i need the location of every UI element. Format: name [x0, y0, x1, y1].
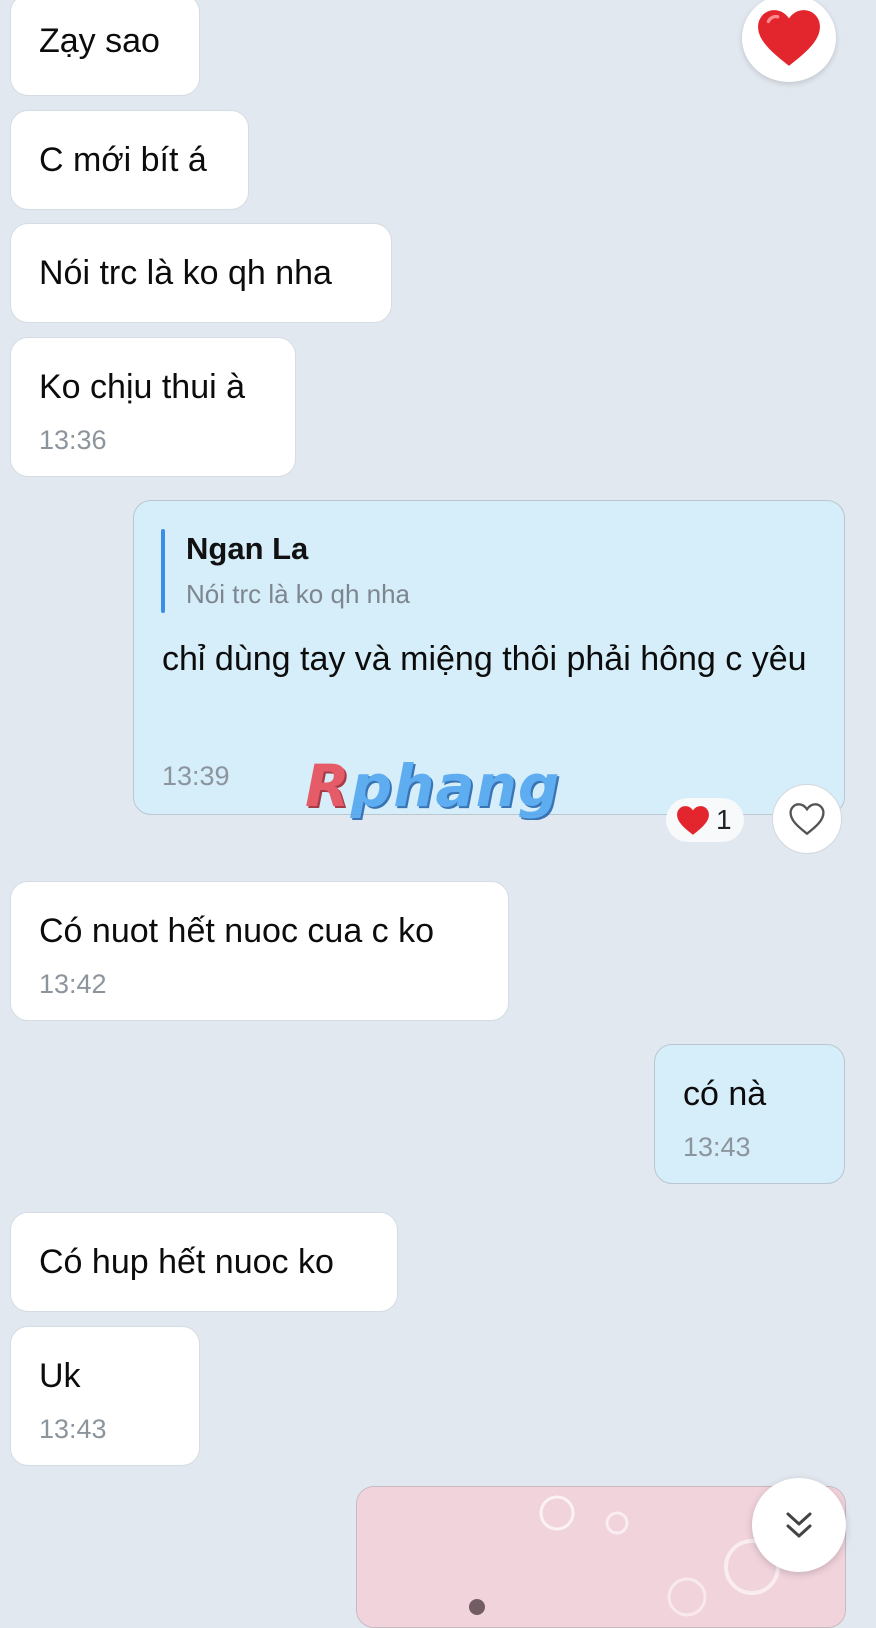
incoming-message-bubble[interactable]: Có nuot hết nuoc cua c ko 13:42 — [10, 881, 509, 1021]
incoming-message-bubble[interactable]: C mới bít á — [10, 110, 249, 210]
message-text: Có nuot hết nuoc cua c ko — [39, 912, 435, 950]
message-text: Zạy sao — [39, 22, 160, 60]
message-text: Uk — [39, 1357, 81, 1395]
heart-outline-icon — [789, 803, 825, 836]
heart-reaction-button[interactable] — [742, 0, 836, 82]
message-timestamp: 13:39 — [162, 761, 230, 791]
incoming-message-bubble[interactable]: Nói trc là ko qh nha — [10, 223, 392, 323]
message-text: có nà — [683, 1075, 767, 1113]
double-chevron-down-icon — [786, 1512, 812, 1538]
watermark-logo: Rphang — [305, 752, 561, 820]
message-text: Nói trc là ko qh nha — [39, 254, 332, 292]
message-text: Có hup hết nuoc ko — [39, 1243, 334, 1281]
incoming-message-bubble[interactable]: Zạy sao — [10, 0, 200, 96]
reaction-count: 1 — [716, 804, 732, 835]
heart-emoji-icon — [677, 805, 709, 835]
message-text: Ko chịu thui à — [39, 368, 246, 406]
message-text: chỉ dùng tay và miệng thôi phải hông c y… — [162, 640, 807, 678]
incoming-message-bubble[interactable]: Uk 13:43 — [10, 1326, 200, 1466]
quoted-message-text: Nói trc là ko qh nha — [186, 579, 411, 609]
scroll-to-bottom-button[interactable] — [752, 1478, 846, 1572]
message-text: C mới bít á — [39, 141, 207, 179]
message-timestamp: 13:42 — [39, 969, 107, 999]
reaction-count-badge[interactable]: 1 — [666, 798, 744, 842]
message-timestamp: 13:36 — [39, 425, 107, 455]
message-timestamp: 13:43 — [683, 1132, 751, 1162]
message-timestamp: 13:43 — [39, 1414, 107, 1444]
heart-emoji-icon — [758, 10, 820, 66]
like-button[interactable] — [772, 784, 842, 854]
quoted-sender-name: Ngan La — [186, 531, 309, 566]
incoming-message-bubble[interactable]: Ko chịu thui à 13:36 — [10, 337, 296, 477]
quote-bar — [161, 529, 165, 613]
incoming-message-bubble[interactable]: Có hup hết nuoc ko — [10, 1212, 398, 1312]
outgoing-message-bubble[interactable]: có nà 13:43 — [654, 1044, 845, 1184]
